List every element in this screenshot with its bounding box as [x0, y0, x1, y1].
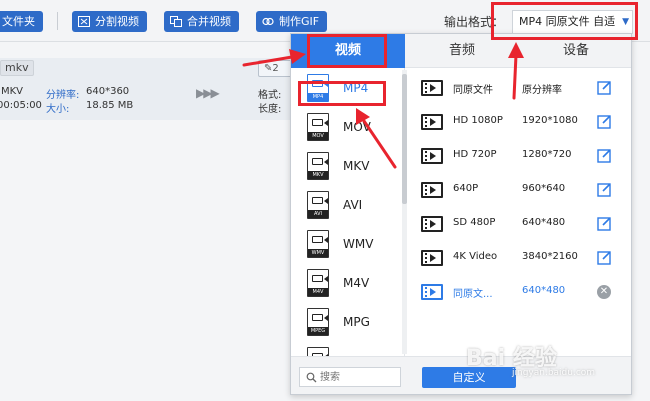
merge-icon: [170, 16, 182, 27]
toolbar-separator: [57, 12, 58, 30]
quality-row[interactable]: 640P 960*640: [411, 173, 631, 207]
merge-video-label: 合并视频: [187, 15, 231, 28]
search-input[interactable]: [320, 370, 398, 384]
scrollbar-thumb[interactable]: [402, 74, 407, 204]
quality-resolution: 3840*2160: [522, 251, 578, 262]
gif-icon: [262, 17, 274, 26]
video-file-icon: MKV: [307, 152, 329, 180]
video-file-icon: MOV: [307, 113, 329, 141]
edit-icon[interactable]: [597, 148, 612, 163]
file-ext-badge: mkv: [0, 60, 34, 76]
add-folder-label: 文件夹: [2, 15, 35, 28]
highlight-mp4-item: [298, 81, 386, 106]
format-item-avi[interactable]: AVI AVI: [291, 187, 399, 225]
quality-resolution: 640*480: [522, 285, 566, 296]
film-icon: [421, 114, 443, 130]
format-label: 格式:: [258, 90, 282, 101]
quality-resolution: 960*640: [522, 183, 566, 194]
edit-icon[interactable]: [597, 114, 612, 129]
format-name: MKV: [343, 159, 370, 173]
format-name: M4V: [343, 276, 370, 290]
film-icon: [421, 80, 443, 96]
format-item-mov[interactable]: MOV MOV: [291, 109, 399, 147]
quality-row[interactable]: 同原文件 原分辨率: [411, 71, 631, 105]
split-icon: [78, 16, 90, 27]
film-icon: [421, 284, 443, 300]
quality-row-custom[interactable]: 同原文... 640*480 ✕: [411, 275, 631, 309]
make-gif-button[interactable]: 制作GIF: [256, 11, 328, 32]
file-size-label: 大小:: [46, 104, 70, 115]
edit-icon[interactable]: [597, 80, 612, 95]
film-icon: [421, 216, 443, 232]
edit-icon[interactable]: [597, 250, 612, 265]
highlight-output-format: [491, 2, 638, 40]
film-icon: [421, 250, 443, 266]
video-file-icon: WMV: [307, 230, 329, 258]
quality-row[interactable]: HD 720P 1280*720: [411, 139, 631, 173]
edit-label: 2: [272, 63, 279, 74]
film-icon: [421, 148, 443, 164]
length-label: 长度:: [258, 104, 282, 115]
video-file-icon: AVI: [307, 191, 329, 219]
quality-resolution: 640*480: [522, 217, 566, 228]
merge-video-button[interactable]: 合并视频: [164, 11, 239, 32]
highlight-video-tab: [307, 34, 387, 68]
video-file-icon: M4V: [307, 269, 329, 297]
search-box[interactable]: [299, 367, 401, 387]
quality-name: 同原文件: [453, 85, 493, 96]
file-duration: 00:05:00: [0, 100, 42, 111]
file-size: 18.85 MB: [86, 100, 134, 111]
quality-name: 4K Video: [453, 251, 498, 262]
convert-arrow-icon: ▶▶▶: [196, 86, 220, 100]
quality-name: SD 480P: [453, 217, 496, 228]
format-name: MOV: [343, 120, 371, 134]
make-gif-label: 制作GIF: [279, 15, 320, 28]
search-icon: [306, 372, 317, 383]
format-name: WMV: [343, 237, 374, 251]
quality-name: 同原文...: [453, 289, 493, 300]
quality-name: HD 720P: [453, 149, 497, 160]
quality-list: 同原文件 原分辨率 HD 1080P 1920*1080 HD 720P 128…: [411, 68, 631, 356]
format-name: AVI: [343, 198, 363, 212]
film-icon: [421, 182, 443, 198]
watermark-sub: jingyan.baidu.com: [512, 368, 596, 378]
format-item-m4v[interactable]: M4V M4V: [291, 265, 399, 303]
format-item-wmv[interactable]: WMV WMV: [291, 226, 399, 264]
add-folder-button[interactable]: 文件夹: [0, 11, 43, 32]
edit-icon[interactable]: [597, 216, 612, 231]
format-item-mpg[interactable]: MPEG MPG: [291, 304, 399, 342]
quality-name: HD 1080P: [453, 115, 503, 126]
delete-icon[interactable]: ✕: [597, 285, 611, 299]
watermark: Bai 经验 jingyan.baidu.com: [466, 340, 595, 378]
split-video-label: 分割视频: [95, 15, 139, 28]
split-video-button[interactable]: 分割视频: [72, 11, 147, 32]
quality-row[interactable]: HD 1080P 1920*1080: [411, 105, 631, 139]
quality-name: 640P: [453, 183, 479, 194]
video-file-icon: MPEG: [307, 308, 329, 336]
edit-icon[interactable]: [597, 182, 612, 197]
quality-resolution: 1920*1080: [522, 115, 578, 126]
format-list: MP4 MP4 MOV MOV MKV MKV AVI AVI WMV WMV …: [291, 68, 405, 375]
edit-button[interactable]: ✎2: [258, 60, 292, 77]
quality-row[interactable]: SD 480P 640*480: [411, 207, 631, 241]
file-format: MKV: [1, 86, 24, 97]
format-name: MPG: [343, 315, 370, 329]
file-row[interactable]: [0, 58, 290, 120]
quality-resolution: 原分辨率: [522, 85, 562, 96]
quality-resolution: 1280*720: [522, 149, 572, 160]
file-resolution: 640*360: [86, 86, 130, 97]
quality-row[interactable]: 4K Video 3840*2160: [411, 241, 631, 275]
format-item-mkv[interactable]: MKV MKV: [291, 148, 399, 186]
file-resolution-label: 分辨率:: [46, 90, 80, 101]
